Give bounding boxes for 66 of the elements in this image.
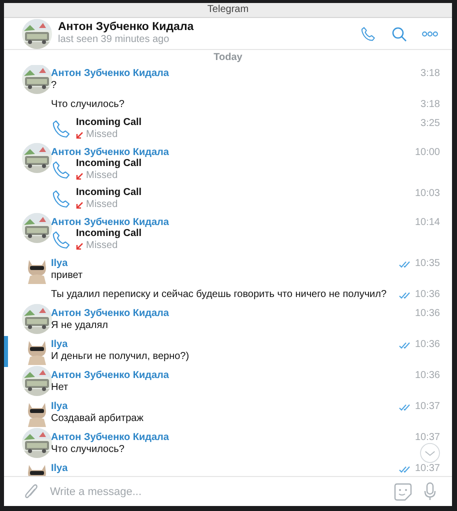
double-check-icon bbox=[398, 260, 411, 268]
more-icon[interactable] bbox=[422, 30, 438, 36]
message-time: 3:25 bbox=[420, 118, 440, 130]
message-text: Что случилось? bbox=[51, 99, 126, 111]
double-check-icon bbox=[398, 342, 411, 348]
missed-arrow-icon bbox=[76, 172, 83, 180]
call-title: Incoming Call bbox=[76, 228, 142, 240]
sender-name[interactable]: Антон Зубченко Кидала bbox=[51, 217, 407, 229]
sender-name[interactable]: Антон Зубченко Кидала bbox=[51, 68, 413, 80]
sender-name[interactable]: Антон Зубченко Кидала bbox=[51, 370, 407, 382]
message-text: Нет bbox=[51, 382, 70, 394]
message-text: Я не удалял bbox=[51, 320, 110, 332]
double-check-icon bbox=[398, 466, 411, 472]
phone-icon bbox=[51, 188, 71, 210]
message-text: ? bbox=[51, 80, 58, 92]
message-input[interactable]: Write a message... bbox=[50, 486, 382, 498]
date-divider: Today bbox=[214, 52, 242, 63]
message-text: Ты удалил переписку и сейчас будешь говорить что ничего не получил? bbox=[51, 289, 388, 301]
message-text: Что случилось? bbox=[51, 444, 126, 456]
sticker-icon[interactable] bbox=[394, 482, 412, 500]
message-time: 10:35 bbox=[414, 258, 440, 270]
microphone-icon[interactable] bbox=[424, 482, 436, 501]
sender-name[interactable]: Антон Зубченко Кидала bbox=[51, 147, 407, 159]
call-title: Incoming Call bbox=[76, 158, 142, 170]
message-time: 10:03 bbox=[414, 188, 440, 200]
phone-icon bbox=[51, 229, 71, 251]
message-time: 10:36 bbox=[414, 308, 440, 320]
window-title: Telegram bbox=[207, 3, 249, 17]
paperclip-icon[interactable] bbox=[24, 482, 38, 500]
message-time: 3:18 bbox=[420, 99, 440, 111]
message-time: 10:37 bbox=[414, 432, 440, 444]
call-title: Incoming Call bbox=[76, 187, 142, 199]
phone-icon bbox=[51, 159, 71, 181]
scroll-down-button[interactable] bbox=[420, 443, 440, 463]
sender-name[interactable]: Ilya bbox=[51, 401, 391, 413]
call-title: Incoming Call bbox=[76, 117, 142, 129]
double-check-icon bbox=[398, 404, 411, 410]
sender-name[interactable]: Ilya bbox=[51, 258, 391, 270]
call-status: Missed bbox=[86, 199, 118, 211]
message-time: 10:36 bbox=[414, 289, 440, 301]
sender-name[interactable]: Ilya bbox=[51, 463, 391, 475]
missed-arrow-icon bbox=[76, 202, 83, 208]
call-status: Missed bbox=[86, 170, 118, 182]
sender-name[interactable]: Антон Зубченко Кидала bbox=[51, 308, 407, 320]
message-time: 10:37 bbox=[414, 401, 440, 413]
message-text: И деньги не получил, верно?) bbox=[51, 351, 190, 363]
last-seen-status: last seen 39 minutes ago bbox=[58, 34, 170, 46]
missed-arrow-icon bbox=[76, 242, 83, 250]
message-text: привет bbox=[51, 270, 84, 282]
phone-icon[interactable] bbox=[360, 26, 376, 42]
missed-arrow-icon bbox=[76, 132, 83, 138]
double-check-icon bbox=[398, 292, 411, 298]
message-time: 3:18 bbox=[420, 68, 440, 80]
message-time: 10:37 bbox=[414, 463, 440, 475]
message-time: 10:36 bbox=[414, 339, 440, 351]
message-time: 10:14 bbox=[414, 217, 440, 229]
call-status: Missed bbox=[86, 240, 118, 252]
sender-name[interactable]: Антон Зубченко Кидала bbox=[51, 432, 407, 444]
message-time: 10:36 bbox=[414, 370, 440, 382]
chat-name: Антон Зубченко Кидала bbox=[58, 21, 195, 34]
call-status: Missed bbox=[86, 129, 118, 141]
sender-name[interactable]: Ilya bbox=[51, 339, 391, 351]
message-text: Создавай арбитраж bbox=[51, 413, 144, 425]
search-icon[interactable] bbox=[391, 26, 407, 42]
phone-icon bbox=[51, 118, 71, 140]
message-time: 10:00 bbox=[414, 147, 440, 159]
